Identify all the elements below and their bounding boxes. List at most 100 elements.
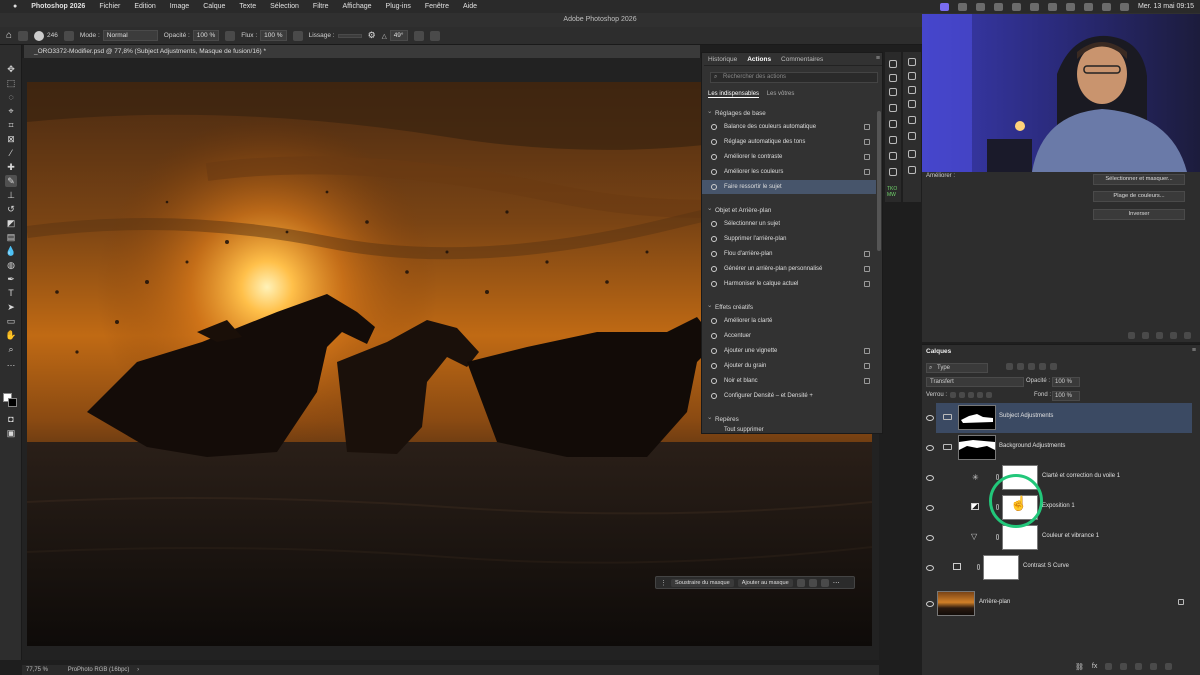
clone-stamp-tool-icon[interactable]: ⊥ bbox=[5, 189, 17, 201]
tray-icon[interactable] bbox=[975, 2, 985, 11]
group-objet-arriere-plan[interactable]: Objet et Arrière-plan bbox=[702, 205, 771, 214]
status-chevron-icon[interactable]: › bbox=[137, 667, 139, 673]
action-run-icon[interactable] bbox=[864, 139, 870, 145]
layer-mask-thumbnail[interactable] bbox=[1002, 525, 1038, 550]
menu-affichage[interactable]: Affichage bbox=[335, 3, 378, 10]
action-item[interactable]: Sélectionner un sujet bbox=[702, 217, 876, 231]
opacity-field[interactable]: 100 % bbox=[192, 30, 220, 41]
group-effets-creatifs[interactable]: Effets créatifs bbox=[702, 302, 753, 311]
actions-search-input[interactable]: ⌕ Rechercher des actions bbox=[710, 72, 878, 83]
generative-icon[interactable] bbox=[864, 281, 870, 287]
pressure-opacity-icon[interactable] bbox=[225, 30, 236, 41]
wifi-icon[interactable] bbox=[1083, 2, 1093, 11]
tray-icon[interactable] bbox=[993, 2, 1003, 11]
panel-icon[interactable] bbox=[908, 72, 916, 80]
layer-name[interactable]: Clarté et correction du voile 1 bbox=[1042, 473, 1120, 479]
layer-opacity-field[interactable]: 100 % bbox=[1052, 377, 1080, 387]
path-selection-tool-icon[interactable]: ➤ bbox=[5, 301, 17, 313]
eye-icon[interactable] bbox=[926, 535, 934, 541]
action-run-icon[interactable] bbox=[864, 378, 870, 384]
action-item[interactable]: Noir et blanc bbox=[702, 374, 876, 388]
panel-icon[interactable] bbox=[908, 116, 916, 124]
invert-button[interactable]: Inverser bbox=[1093, 209, 1185, 220]
eye-icon[interactable] bbox=[926, 565, 934, 571]
action-item[interactable]: Générer un arrière-plan personnalisé bbox=[702, 262, 876, 276]
menu-filtre[interactable]: Filtre bbox=[306, 3, 336, 10]
control-center-icon[interactable] bbox=[1119, 2, 1129, 11]
layer-mask-thumbnail[interactable] bbox=[983, 555, 1019, 580]
smoothing-settings-icon[interactable]: ⚙ bbox=[368, 30, 376, 41]
brush-settings-icon[interactable] bbox=[63, 30, 74, 41]
actions-scrollbar[interactable] bbox=[877, 111, 881, 251]
brush-preset-picker[interactable] bbox=[34, 30, 45, 41]
panel-icon[interactable] bbox=[889, 104, 897, 112]
airbrush-icon[interactable] bbox=[292, 30, 303, 41]
tray-icon[interactable] bbox=[957, 2, 967, 11]
reset-icon[interactable] bbox=[1156, 332, 1163, 339]
action-item-selected[interactable]: Faire ressortir le sujet bbox=[702, 180, 876, 194]
layer-name[interactable]: Background Adjustments bbox=[999, 443, 1065, 449]
panel-icon[interactable] bbox=[908, 166, 916, 174]
action-item[interactable]: Améliorer le contraste bbox=[702, 150, 876, 164]
gradient-tool-icon[interactable]: ▤ bbox=[5, 231, 17, 243]
mask-option-icon[interactable] bbox=[820, 578, 829, 587]
menu-selection[interactable]: Sélection bbox=[263, 3, 306, 10]
action-run-icon[interactable] bbox=[864, 169, 870, 175]
filter-smart-object-icon[interactable] bbox=[1050, 363, 1057, 370]
tab-commentaires[interactable]: Commentaires bbox=[777, 53, 827, 66]
panel-icon[interactable] bbox=[889, 168, 897, 176]
move-tool-icon[interactable]: ✥ bbox=[5, 63, 17, 75]
object-selection-tool-icon[interactable]: ⌖ bbox=[5, 105, 17, 117]
eye-icon[interactable] bbox=[926, 505, 934, 511]
action-item[interactable]: Tout supprimer bbox=[702, 426, 876, 434]
type-tool-icon[interactable]: T bbox=[5, 287, 17, 299]
menu-calque[interactable]: Calque bbox=[196, 3, 232, 10]
zoom-level[interactable]: 77,75 % bbox=[26, 667, 48, 673]
apple-menu-icon[interactable]: ● bbox=[6, 3, 24, 10]
visibility-icon[interactable] bbox=[1170, 332, 1177, 339]
frame-tool-icon[interactable]: ⊠ bbox=[5, 133, 17, 145]
new-adjustment-icon[interactable] bbox=[1120, 663, 1128, 670]
eye-icon[interactable] bbox=[926, 475, 934, 481]
panel-icon[interactable] bbox=[889, 60, 897, 68]
filter-shape-icon[interactable] bbox=[1039, 363, 1046, 370]
tko-label[interactable]: TKO MW bbox=[887, 186, 901, 198]
filter-type-icon[interactable] bbox=[1028, 363, 1035, 370]
layer-thumbnail[interactable] bbox=[937, 591, 975, 616]
mode-select[interactable]: Normal bbox=[102, 30, 158, 41]
action-item[interactable]: Balance des couleurs automatique bbox=[702, 120, 876, 134]
add-mask-icon[interactable] bbox=[1105, 663, 1113, 670]
brush-tool-icon[interactable] bbox=[18, 30, 29, 41]
subtab-votres[interactable]: Les vôtres bbox=[767, 91, 795, 97]
trash-icon[interactable] bbox=[1184, 332, 1191, 339]
eye-icon[interactable] bbox=[926, 445, 934, 451]
action-item[interactable]: Améliorer la clarté bbox=[702, 314, 876, 328]
blend-mode-select[interactable]: Transfert bbox=[926, 377, 1024, 387]
action-item[interactable]: Configurer Densité – et Densité + bbox=[702, 389, 876, 403]
eye-icon[interactable] bbox=[926, 601, 934, 607]
brush-tool-icon[interactable]: ✎ bbox=[5, 175, 17, 187]
menu-app[interactable]: Photoshop 2026 bbox=[24, 3, 92, 10]
layer-mask-thumbnail[interactable] bbox=[958, 405, 996, 430]
action-item[interactable]: Accentuer bbox=[702, 329, 876, 343]
tray-icon[interactable] bbox=[1011, 2, 1021, 11]
tray-icon[interactable] bbox=[1047, 2, 1057, 11]
tab-actions[interactable]: Actions bbox=[743, 53, 775, 66]
mask-option-icon[interactable] bbox=[808, 578, 817, 587]
trash-icon[interactable] bbox=[1165, 663, 1173, 670]
group-reperes[interactable]: Repères bbox=[702, 414, 739, 423]
action-item[interactable]: Ajouter du grain bbox=[702, 359, 876, 373]
select-and-mask-button[interactable]: Sélectionner et masquer... bbox=[1093, 174, 1185, 185]
action-item[interactable]: Ajouter une vignette bbox=[702, 344, 876, 358]
panel-icon[interactable] bbox=[908, 86, 916, 94]
layer-name[interactable]: Contrast S Curve bbox=[1023, 563, 1069, 569]
action-run-icon[interactable] bbox=[864, 363, 870, 369]
panel-icon[interactable] bbox=[908, 100, 916, 108]
more-tools-icon[interactable]: … bbox=[5, 357, 17, 369]
generative-icon[interactable] bbox=[864, 266, 870, 272]
pen-tool-icon[interactable]: ✒ bbox=[5, 273, 17, 285]
generative-icon[interactable] bbox=[864, 251, 870, 257]
panel-icon[interactable] bbox=[908, 132, 916, 140]
panel-icon[interactable] bbox=[889, 120, 897, 128]
info-icon[interactable] bbox=[889, 136, 897, 144]
